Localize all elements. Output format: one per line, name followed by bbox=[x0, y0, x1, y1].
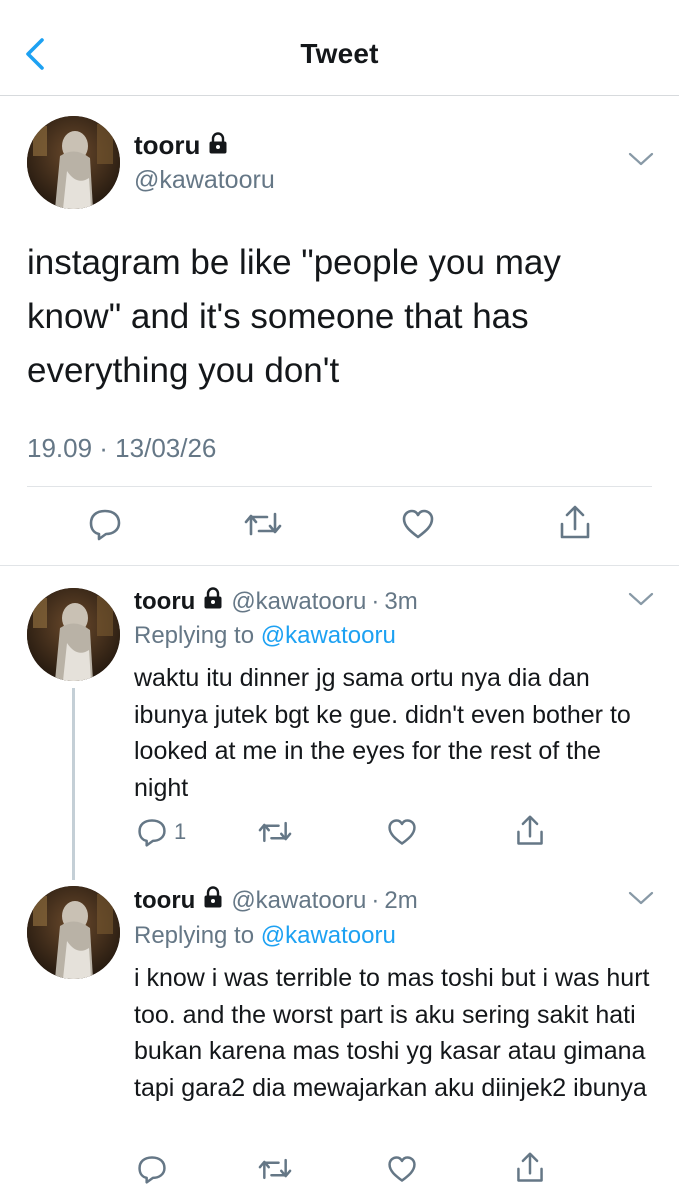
meta-separator: · bbox=[371, 886, 380, 914]
reply-text: i know i was terrible to mas toshi but i… bbox=[134, 964, 650, 1102]
reply-icon bbox=[138, 1156, 166, 1184]
replying-to: Replying to @kawatooru bbox=[134, 922, 396, 949]
retweet-button[interactable] bbox=[257, 816, 293, 848]
like-icon bbox=[388, 819, 416, 845]
like-icon bbox=[388, 1156, 416, 1182]
share-icon bbox=[517, 1152, 543, 1182]
like-button[interactable] bbox=[400, 506, 436, 542]
chevron-down-icon bbox=[628, 152, 654, 166]
share-button[interactable] bbox=[514, 814, 546, 848]
reply-handle: @kawatooru bbox=[231, 886, 367, 914]
like-button[interactable] bbox=[386, 1153, 418, 1185]
tweet-timestamp: 19.09 · 13/03/26 bbox=[27, 433, 217, 463]
lock-icon bbox=[203, 587, 223, 616]
reply-handle: @kawatooru bbox=[231, 587, 367, 615]
lock-icon bbox=[203, 886, 223, 915]
divider bbox=[27, 486, 652, 487]
avatar[interactable] bbox=[27, 886, 120, 979]
reply-text: waktu itu dinner jg sama ortu nya dia da… bbox=[134, 664, 631, 802]
retweet-button[interactable] bbox=[257, 1153, 293, 1185]
share-button[interactable] bbox=[514, 1151, 546, 1185]
reply-icon bbox=[138, 819, 166, 847]
retweet-icon bbox=[258, 821, 292, 843]
reply-author-name[interactable]: tooru @kawatooru · 3m bbox=[134, 587, 418, 616]
like-icon bbox=[402, 509, 434, 539]
share-icon bbox=[517, 815, 543, 845]
page-title: Tweet bbox=[300, 38, 379, 69]
reply-count: 1 bbox=[174, 819, 187, 844]
author-handle[interactable]: @kawatooru bbox=[134, 166, 275, 195]
author-name[interactable]: tooru bbox=[134, 130, 228, 161]
reply-button[interactable] bbox=[136, 1153, 174, 1185]
share-button[interactable] bbox=[557, 504, 593, 542]
retweet-icon bbox=[258, 1158, 292, 1180]
mention-link[interactable]: @kawatooru bbox=[261, 622, 396, 649]
divider bbox=[0, 565, 679, 566]
reply-time: 3m bbox=[384, 587, 418, 615]
reply-time: 2m bbox=[384, 886, 418, 914]
retweet-icon bbox=[244, 512, 282, 536]
chevron-down-icon bbox=[628, 891, 654, 905]
chevron-down-icon bbox=[628, 592, 654, 606]
replying-to: Replying to @kawatooru bbox=[134, 622, 396, 649]
mention-link[interactable]: @kawatooru bbox=[261, 922, 396, 949]
reply-button[interactable] bbox=[87, 506, 123, 542]
tweet-text: instagram be like "people you may know" … bbox=[27, 243, 561, 390]
like-button[interactable] bbox=[386, 816, 418, 848]
meta-separator: · bbox=[371, 587, 380, 615]
thread-connector bbox=[72, 688, 75, 880]
nav-bar: Tweet bbox=[0, 0, 679, 96]
more-options-button[interactable] bbox=[627, 590, 655, 613]
share-icon bbox=[560, 505, 590, 539]
reply-author-name[interactable]: tooru @kawatooru · 2m bbox=[134, 886, 418, 915]
avatar[interactable] bbox=[27, 588, 120, 681]
reply-button[interactable]: 1 bbox=[136, 816, 186, 848]
more-options-button[interactable] bbox=[627, 150, 655, 173]
more-options-button[interactable] bbox=[627, 889, 655, 912]
lock-icon bbox=[208, 130, 228, 161]
reply-icon bbox=[89, 509, 121, 541]
avatar[interactable] bbox=[27, 116, 120, 209]
retweet-button[interactable] bbox=[243, 506, 283, 542]
